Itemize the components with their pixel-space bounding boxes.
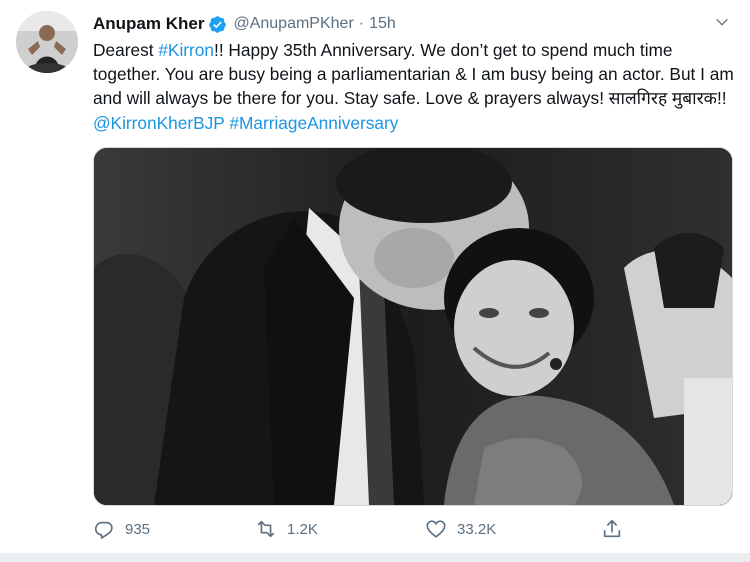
tweet-photo[interactable]	[93, 147, 733, 506]
author-handle[interactable]: @AnupamPKher	[233, 15, 353, 33]
reply-icon	[94, 521, 113, 539]
avatar[interactable]	[16, 11, 78, 73]
author-name[interactable]: Anupam Kher	[93, 14, 204, 34]
chevron-down-icon[interactable]	[714, 14, 730, 30]
retweet-count: 1.2K	[287, 520, 318, 538]
tweet-actions: 935 1.2K 33.2K	[93, 515, 653, 543]
verified-badge-icon	[209, 15, 227, 33]
retweet-icon	[257, 520, 275, 538]
avatar-image	[16, 11, 78, 73]
like-count: 33.2K	[457, 520, 497, 538]
tweet-header: Anupam Kher @AnupamPKher · 15h	[93, 11, 396, 37]
photo-image	[94, 148, 732, 505]
separator-dot: ·	[358, 15, 365, 32]
reply-count: 935	[125, 520, 151, 538]
tweet-card[interactable]: Anupam Kher @AnupamPKher · 15h Dearest #…	[0, 0, 750, 562]
share-button[interactable]	[601, 515, 633, 543]
retweet-button[interactable]: 1.2K	[255, 515, 318, 543]
reply-button[interactable]: 935	[93, 515, 150, 543]
heart-icon	[426, 520, 446, 538]
share-icon	[603, 519, 621, 538]
hashtag-kirron[interactable]: #Kirron	[158, 40, 214, 60]
mention-kirronkherbjp[interactable]: @KirronKherBJP	[93, 113, 225, 133]
text-part: Dearest	[93, 40, 159, 60]
timestamp[interactable]: 15h	[369, 15, 396, 33]
like-button[interactable]: 33.2K	[425, 515, 496, 543]
bottom-divider	[0, 553, 750, 562]
tweet-text: Dearest #Kirron!! Happy 35th Anniversary…	[93, 38, 743, 135]
hashtag-marriageanniversary[interactable]: #MarriageAnniversary	[229, 113, 398, 133]
